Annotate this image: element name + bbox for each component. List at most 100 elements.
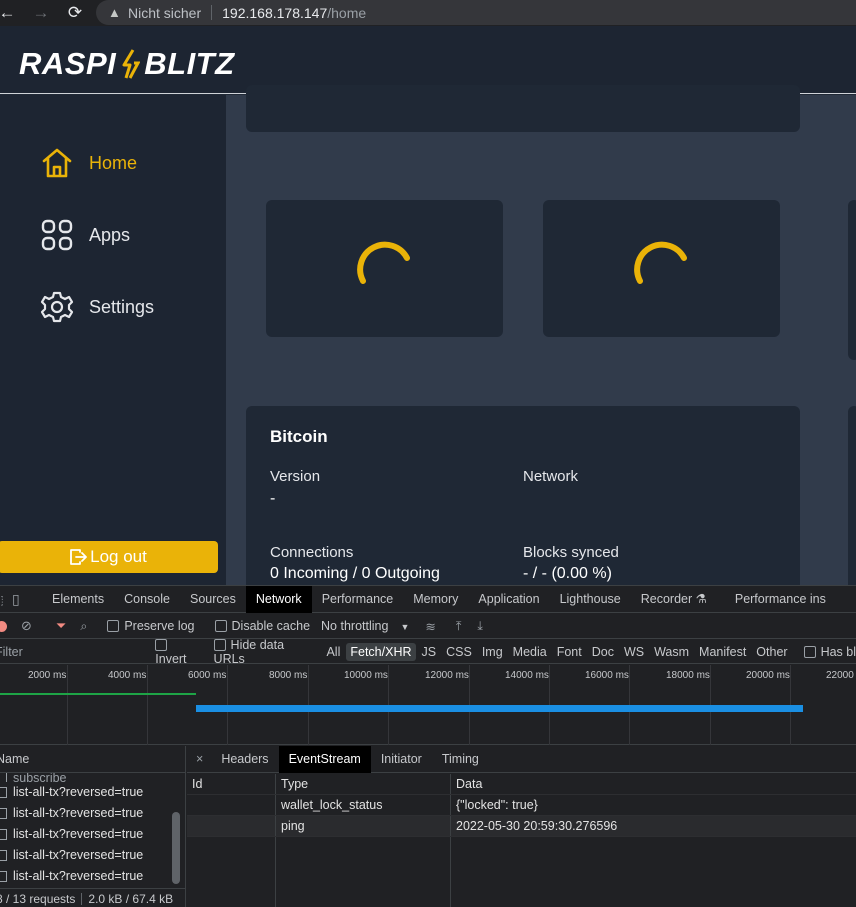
url-path: /home — [327, 4, 367, 21]
tab-lighthouse[interactable]: Lighthouse — [550, 586, 631, 613]
version-label: Version — [270, 468, 321, 485]
tab-initiator[interactable]: Initiator — [371, 746, 432, 773]
throttling-select[interactable]: No throttling ▼ — [321, 619, 409, 633]
request-row[interactable]: list-all-tx?reversed=true — [0, 824, 185, 845]
timeline-tick: 12000 ms — [425, 670, 469, 681]
blocks-synced-value: - / - (0.00 %) — [523, 565, 612, 582]
network-timeline[interactable]: 2000 ms 4000 ms 6000 ms 8000 ms 10000 ms… — [0, 665, 856, 745]
status-divider — [81, 892, 83, 905]
sidebar-item-home[interactable]: Home — [40, 145, 137, 181]
device-toolbar-icon[interactable]: ▯ — [12, 591, 42, 608]
address-bar[interactable]: ▲ Nicht sicher 192.168.178.147 /home — [96, 0, 856, 25]
browser-toolbar: ← → ⟳ ▲ Nicht sicher 192.168.178.147 /ho… — [0, 0, 856, 26]
column-header-type[interactable]: Type — [276, 774, 451, 794]
sidebar-item-apps[interactable]: Apps — [40, 217, 130, 253]
tab-application[interactable]: Application — [468, 586, 549, 613]
filter-input[interactable]: Filter — [0, 645, 152, 659]
timeline-tick: 14000 ms — [505, 670, 549, 681]
timeline-tick: 4000 ms — [108, 670, 147, 681]
search-icon[interactable]: ⌕ — [80, 619, 87, 634]
request-detail-pane: × Headers EventStream Initiator Timing I… — [187, 745, 856, 907]
filter-type-css[interactable]: CSS — [442, 643, 476, 661]
forward-arrow-icon[interactable]: → — [31, 3, 51, 23]
checkbox-box — [107, 620, 120, 632]
transfer-size: 2.0 kB / 67.4 kB — [88, 891, 174, 906]
page: ← → ⟳ ▲ Nicht sicher 192.168.178.147 /ho… — [0, 0, 856, 907]
tab-sources[interactable]: Sources — [180, 586, 246, 613]
inspect-element-icon[interactable]: ⬚ — [0, 592, 12, 607]
import-har-icon[interactable]: ⤒ — [456, 619, 462, 634]
invert-checkbox[interactable]: Invert — [155, 638, 201, 666]
tab-headers[interactable]: Headers — [211, 746, 278, 773]
tab-memory[interactable]: Memory — [403, 586, 468, 613]
request-list-scrollbar[interactable] — [172, 812, 180, 884]
filter-type-wasm[interactable]: Wasm — [650, 643, 693, 661]
filter-type-font[interactable]: Font — [553, 643, 586, 661]
request-list-header[interactable]: Name — [0, 746, 185, 773]
top-card — [246, 85, 800, 132]
request-row[interactable]: list-all-tx?reversed=true — [0, 866, 185, 887]
table-row[interactable]: wallet_lock_status {"locked": true} — [187, 795, 856, 816]
hide-data-urls-checkbox[interactable]: Hide data URLs — [213, 638, 315, 666]
request-name: list-all-tx?reversed=true — [13, 869, 144, 883]
filter-type-manifest[interactable]: Manifest — [695, 643, 750, 661]
filter-type-fetch-xhr[interactable]: Fetch/XHR — [346, 642, 416, 661]
filter-type-img[interactable]: Img — [478, 643, 507, 661]
event-type: wallet_lock_status — [276, 795, 451, 815]
timeline-tick: 18000 ms — [666, 670, 710, 681]
network-conditions-icon[interactable]: ≋ — [425, 619, 435, 634]
bitcoin-title: Bitcoin — [270, 427, 328, 446]
has-blocked-cookies-checkbox[interactable]: Has bl — [803, 645, 856, 659]
tab-eventstream[interactable]: EventStream — [278, 745, 371, 773]
request-row[interactable]: list-all-tx?reversed=true — [0, 803, 185, 824]
tab-timing[interactable]: Timing — [432, 746, 489, 773]
logout-icon — [70, 549, 88, 565]
request-list: Name subscribe list-all-tx?reversed=true… — [0, 746, 186, 907]
flask-icon: ⚗ — [695, 591, 707, 606]
filter-type-media[interactable]: Media — [509, 643, 551, 661]
tab-network[interactable]: Network — [245, 585, 312, 613]
event-id — [187, 795, 276, 815]
filter-type-other[interactable]: Other — [752, 643, 791, 661]
tab-performance[interactable]: Performance — [312, 586, 404, 613]
filter-type-ws[interactable]: WS — [620, 643, 648, 661]
lightning-bolt-icon — [122, 49, 141, 79]
request-row[interactable]: list-all-tx?reversed=true — [0, 845, 185, 866]
sidebar-item-label: Home — [89, 152, 138, 173]
tab-recorder[interactable]: Recorder ⚗ — [631, 586, 717, 613]
tab-console[interactable]: Console — [114, 586, 180, 613]
event-type: ping — [276, 816, 451, 836]
checkbox-box — [214, 620, 227, 632]
back-arrow-icon[interactable]: ← — [0, 3, 17, 23]
record-icon[interactable] — [0, 620, 7, 632]
filter-type-doc[interactable]: Doc — [588, 643, 618, 661]
checkbox-box — [803, 645, 816, 658]
clear-icon[interactable]: ⊘ — [21, 618, 32, 634]
column-header-id[interactable]: Id — [187, 774, 276, 794]
logout-button[interactable]: Log out — [0, 541, 218, 573]
tab-performance-insights[interactable]: Performance ins — [725, 586, 836, 613]
filter-type-js[interactable]: JS — [418, 643, 441, 661]
bitcoin-card: Bitcoin Version - Network Connections 0 … — [246, 406, 800, 606]
tab-elements[interactable]: Elements — [42, 586, 114, 613]
raspiblitz-logo[interactable]: RASPI BLITZ — [19, 46, 235, 82]
export-har-icon[interactable]: ⤓ — [477, 619, 483, 634]
disable-cache-checkbox[interactable]: Disable cache — [214, 619, 310, 633]
table-row[interactable]: ping 2022-05-30 20:59:30.276596 — [187, 816, 856, 837]
request-row[interactable]: subscribe — [0, 773, 185, 782]
timeline-gridline — [147, 665, 148, 745]
close-icon[interactable]: × — [187, 752, 211, 766]
timeline-tick: 10000 ms — [344, 670, 388, 681]
event-id — [187, 816, 276, 836]
request-name: list-all-tx?reversed=true — [13, 806, 144, 820]
sidebar-item-settings[interactable]: Settings — [40, 289, 154, 325]
column-header-data[interactable]: Data — [451, 774, 856, 794]
request-name: list-all-tx?reversed=true — [13, 785, 144, 799]
preserve-log-checkbox[interactable]: Preserve log — [107, 619, 195, 633]
request-name: list-all-tx?reversed=true — [13, 848, 144, 862]
reload-icon[interactable]: ⟳ — [65, 3, 85, 23]
filter-icon[interactable]: ⏷ — [56, 618, 66, 634]
request-row[interactable]: list-all-tx?reversed=true — [0, 782, 185, 803]
url-host: 192.168.178.147 — [222, 4, 328, 21]
filter-type-all[interactable]: All — [322, 643, 344, 661]
